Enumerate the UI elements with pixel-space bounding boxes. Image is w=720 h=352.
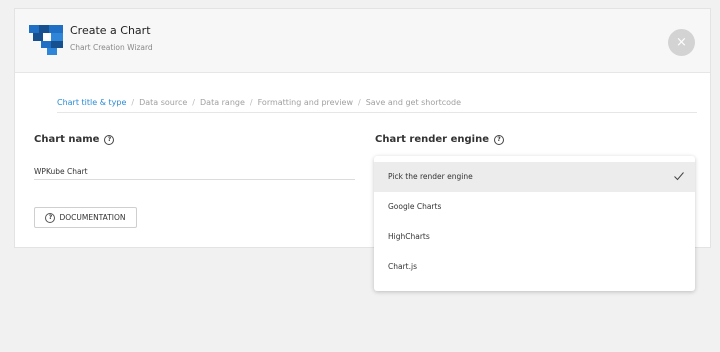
close-icon[interactable]: × <box>668 29 695 56</box>
step-chart-title-type[interactable]: Chart title & type <box>57 98 126 107</box>
wizard-title: Create a Chart <box>70 24 151 37</box>
step-data-range[interactable]: Data range <box>200 98 245 107</box>
help-icon[interactable]: ? <box>493 135 504 145</box>
documentation-button[interactable]: ? DOCUMENTATION <box>34 207 137 228</box>
render-engine-option-chartjs[interactable]: Chart.js <box>374 252 695 282</box>
option-label: Google Charts <box>388 202 442 211</box>
wizard-subtitle: Chart Creation Wizard <box>70 43 153 52</box>
chart-name-input[interactable] <box>34 163 355 180</box>
render-engine-option-pick[interactable]: Pick the render engine <box>374 162 695 192</box>
render-engine-option-google-charts[interactable]: Google Charts <box>374 192 695 222</box>
chart-name-label-text: Chart name <box>34 134 100 145</box>
render-engine-option-highcharts[interactable]: HighCharts <box>374 222 695 252</box>
wizard-header: Create a Chart Chart Creation Wizard × <box>15 9 710 73</box>
breadcrumb-separator: / <box>357 98 361 107</box>
breadcrumb-separator: / <box>192 98 195 107</box>
breadcrumb-separator: / <box>131 98 135 107</box>
step-data-source[interactable]: Data source <box>139 98 187 107</box>
check-icon <box>674 172 684 181</box>
render-engine-label-text: Chart render engine <box>375 134 489 145</box>
help-icon[interactable]: ? <box>104 135 115 145</box>
render-engine-label: Chart render engine? <box>375 134 504 145</box>
option-label: HighCharts <box>388 232 430 241</box>
option-label: Chart.js <box>388 262 417 271</box>
step-save-shortcode[interactable]: Save and get shortcode <box>366 98 461 107</box>
step-formatting-preview[interactable]: Formatting and preview <box>258 98 353 107</box>
breadcrumb-separator: / <box>249 98 253 107</box>
render-engine-dropdown[interactable]: Pick the render engine Google Charts Hig… <box>374 156 695 291</box>
chart-name-label: Chart name? <box>34 134 115 145</box>
help-icon: ? <box>45 212 56 223</box>
wizard-steps-breadcrumb: Chart title & type / Data source / Data rang… <box>57 98 697 113</box>
option-label: Pick the render engine <box>388 172 473 181</box>
documentation-button-label: DOCUMENTATION <box>59 213 126 222</box>
app-logo-icon <box>29 25 63 55</box>
